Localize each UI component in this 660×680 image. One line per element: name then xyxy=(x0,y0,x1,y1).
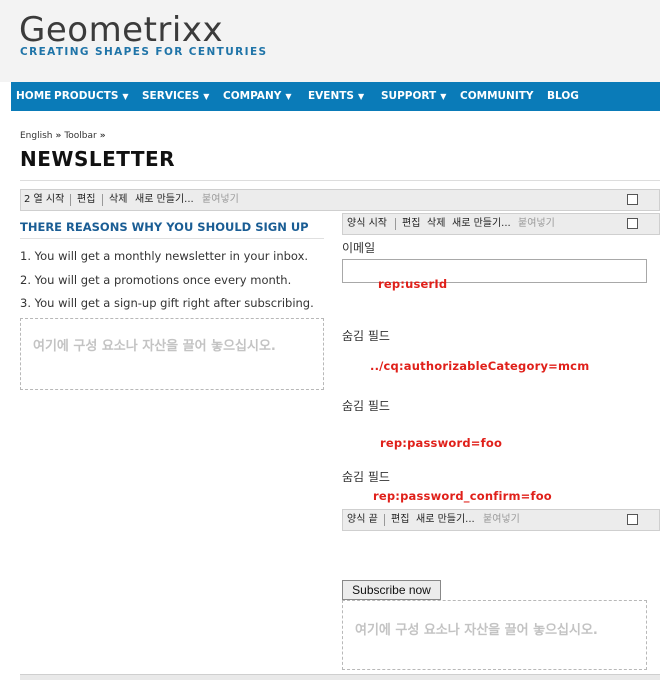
subscribe-button[interactable]: Subscribe now xyxy=(342,580,441,600)
drop-zone-text: 여기에 구성 요소나 자산을 끌어 놓으십시오. xyxy=(355,623,598,638)
paste-button[interactable]: 붙여넣기 xyxy=(483,510,520,530)
reason-item: 2. You will get a promotions once every … xyxy=(20,273,292,287)
nav-item-label: BLOG xyxy=(547,90,579,102)
email-label: 이메일 xyxy=(342,241,376,255)
breadcrumb-item-toolbar[interactable]: Toolbar xyxy=(64,131,96,141)
nav-item-label: COMMUNITY xyxy=(460,90,534,102)
select-checkbox[interactable] xyxy=(627,194,638,205)
hidden-field-label: 숨김 필드 xyxy=(342,329,390,343)
logo-subtitle: CREATING SHAPES FOR CENTURIES xyxy=(20,46,268,58)
caret-down-icon: ▼ xyxy=(440,92,447,101)
hidden-field-annotation: ../cq:authorizableCategory=mcm xyxy=(370,359,590,373)
nav-item-services[interactable]: SERVICES ▼ xyxy=(142,82,209,111)
toolbar-divider xyxy=(70,194,71,206)
drop-zone-left[interactable]: 여기에 구성 요소나 자산을 끌어 놓으십시오. xyxy=(20,318,324,390)
paste-button[interactable]: 붙여넣기 xyxy=(202,190,239,210)
page-title: NEWSLETTER xyxy=(20,147,176,171)
reason-item: 3. You will get a sign-up gift right aft… xyxy=(20,296,314,310)
breadcrumb-separator: » xyxy=(99,131,106,141)
nav-item-support[interactable]: SUPPORT ▼ xyxy=(381,82,446,111)
edit-button[interactable]: 편집 xyxy=(77,190,95,210)
form-end-edit-bar: 양식 끝 편집 새로 만들기... 붙여넣기 xyxy=(342,509,660,531)
delete-button[interactable]: 삭제 xyxy=(427,214,445,234)
select-checkbox[interactable] xyxy=(627,514,638,525)
column-start-label: 2 열 시작 xyxy=(24,194,65,205)
paste-button[interactable]: 붙여넣기 xyxy=(518,214,555,234)
breadcrumb: English» Toolbar» xyxy=(20,131,109,141)
nav-item-events[interactable]: EVENTS ▼ xyxy=(308,82,364,111)
caret-down-icon: ▼ xyxy=(203,92,210,101)
title-divider xyxy=(20,180,660,181)
caret-down-icon: ▼ xyxy=(285,92,292,101)
nav-item-label: COMPANY xyxy=(223,90,282,102)
nav-item-label: HOME xyxy=(16,90,52,102)
hidden-field-label: 숨김 필드 xyxy=(342,399,390,413)
breadcrumb-item-english[interactable]: English xyxy=(20,131,53,141)
userid-annotation: rep:userId xyxy=(378,277,448,291)
select-checkbox[interactable] xyxy=(627,218,638,229)
caret-down-icon: ▼ xyxy=(357,92,365,101)
logo-title[interactable]: Geometrixx xyxy=(19,10,223,50)
bottom-edit-bar xyxy=(20,674,660,680)
drop-zone-text: 여기에 구성 요소나 자산을 끌어 놓으십시오. xyxy=(33,339,276,354)
toolbar-divider xyxy=(384,514,385,526)
main-nav: HOME PRODUCTS ▼ SERVICES ▼ COMPANY ▼ EVENTS… xyxy=(11,82,660,111)
breadcrumb-separator: » xyxy=(55,131,62,141)
toolbar-divider xyxy=(395,218,396,230)
hidden-field-annotation: rep:password_confirm=foo xyxy=(373,489,552,503)
nav-item-label: EVENTS xyxy=(308,90,354,102)
nav-item-community[interactable]: COMMUNITY xyxy=(460,82,534,111)
hidden-field-label: 숨김 필드 xyxy=(342,470,390,484)
nav-item-label: SUPPORT xyxy=(381,90,437,102)
edit-button[interactable]: 편집 xyxy=(402,214,420,234)
nav-item-label: PRODUCTS xyxy=(54,90,119,102)
nav-item-products[interactable]: PRODUCTS ▼ xyxy=(54,82,129,111)
reason-item: 1. You will get a monthly newsletter in … xyxy=(20,249,309,263)
nav-item-label: SERVICES xyxy=(142,90,200,102)
site-header: Geometrixx CREATING SHAPES FOR CENTURIES xyxy=(0,0,660,82)
edit-button[interactable]: 편집 xyxy=(391,510,409,530)
new-button[interactable]: 새로 만들기... xyxy=(416,510,475,530)
reasons-heading: THERE REASONS WHY YOU SHOULD SIGN UP xyxy=(20,220,309,234)
hidden-field-annotation: rep:password=foo xyxy=(380,436,503,450)
toolbar-divider xyxy=(102,194,103,206)
delete-button[interactable]: 삭제 xyxy=(109,190,127,210)
form-end-label: 양식 끝 xyxy=(347,514,378,525)
new-button[interactable]: 새로 만들기... xyxy=(135,190,194,210)
nav-item-home[interactable]: HOME xyxy=(16,82,51,111)
new-button[interactable]: 새로 만들기... xyxy=(452,214,511,234)
nav-item-company[interactable]: COMPANY ▼ xyxy=(223,82,292,111)
form-start-label: 양식 시작 xyxy=(347,218,387,229)
reasons-divider xyxy=(20,238,324,239)
column-edit-bar: 2 열 시작 편집 삭제 새로 만들기... 붙여넣기 xyxy=(20,189,660,211)
caret-down-icon: ▼ xyxy=(122,92,129,101)
drop-zone-right[interactable]: 여기에 구성 요소나 자산을 끌어 놓으십시오. xyxy=(342,600,647,670)
nav-item-blog[interactable]: BLOG xyxy=(547,82,579,111)
form-start-edit-bar: 양식 시작 편집 삭제 새로 만들기... 붙여넣기 xyxy=(342,213,660,235)
